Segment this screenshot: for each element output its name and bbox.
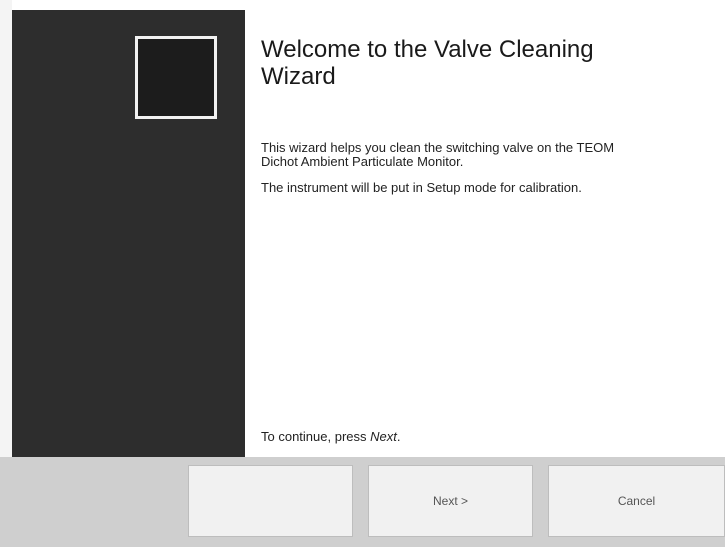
continue-suffix: . <box>396 429 401 444</box>
continue-action: Next <box>370 429 397 444</box>
wizard-button-bar: Next > Cancel <box>0 457 725 547</box>
cancel-button[interactable]: Cancel <box>548 465 725 537</box>
wizard-note-text: The instrument will be put in Setup mode… <box>261 180 582 195</box>
wizard-title: Welcome to the Valve Cleaning Wizard <box>261 36 594 90</box>
wizard-intro-text: This wizard helps you clean the switchin… <box>261 140 615 169</box>
wizard-badge-icon <box>135 36 217 119</box>
wizard-content: Welcome to the Valve Cleaning Wizard Thi… <box>261 36 661 195</box>
wizard-window: Welcome to the Valve Cleaning Wizard Thi… <box>0 0 725 547</box>
back-button <box>188 465 353 537</box>
continue-prefix: To continue, press <box>261 429 371 444</box>
next-button[interactable]: Next > <box>368 465 533 537</box>
continue-instruction: To continue, press Next. <box>261 430 400 444</box>
side-panel-edge <box>0 0 12 457</box>
